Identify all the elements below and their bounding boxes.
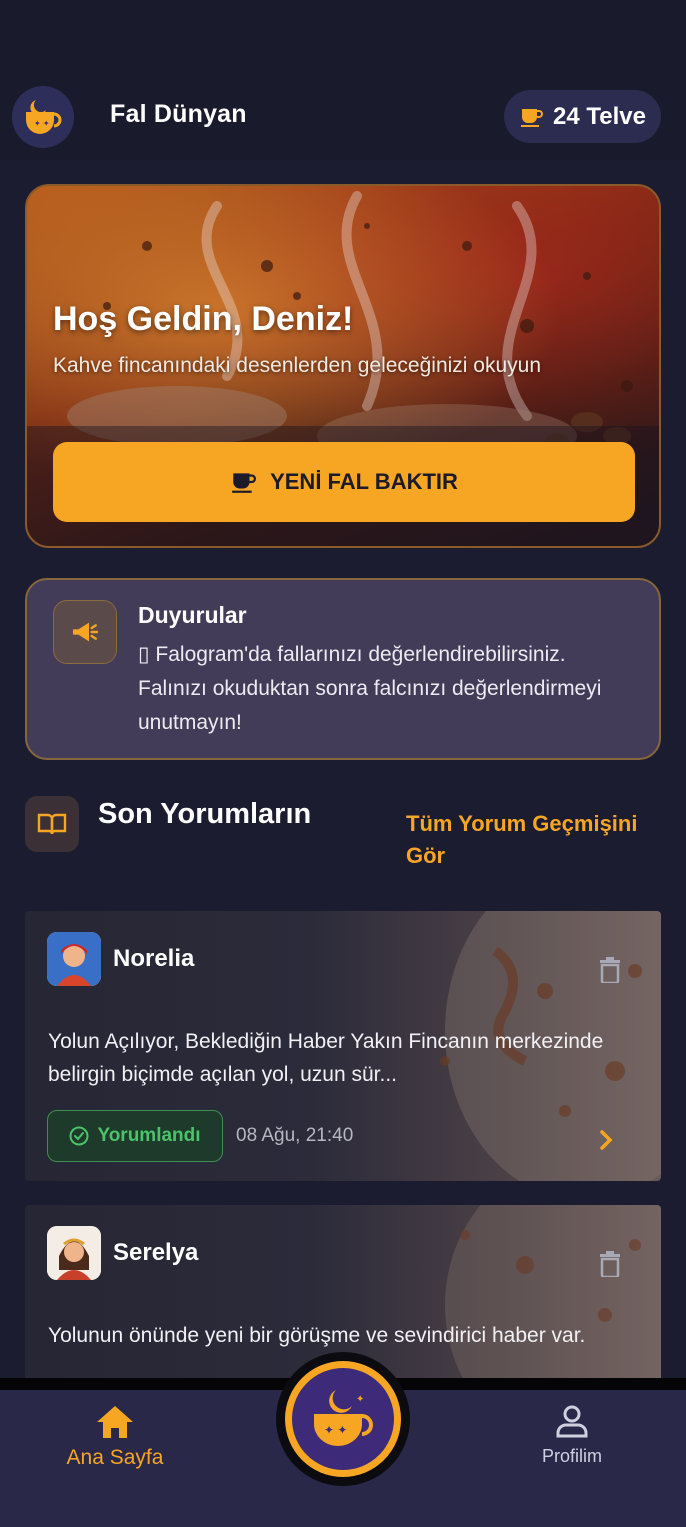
announcements-title: Duyurular	[138, 602, 247, 628]
app-header: ✦ ✦ Fal Dünyan 24 Telve	[0, 60, 686, 160]
megaphone-icon	[53, 600, 117, 664]
avatar	[47, 1226, 101, 1280]
all-history-link[interactable]: Tüm Yorum Geçmişini Gör	[406, 808, 646, 872]
fortune-fab-button[interactable]: ✦ ✦ ✦	[276, 1352, 410, 1486]
svg-text:✦: ✦	[356, 1394, 364, 1405]
telve-balance-pill[interactable]: 24 Telve	[504, 90, 661, 143]
logo-cup-icon: ✦ ✦ ✦	[292, 1368, 394, 1470]
nav-home-label: Ana Sayfa	[66, 1446, 164, 1469]
fab-ring: ✦ ✦ ✦	[285, 1361, 401, 1477]
home-icon	[97, 1406, 133, 1438]
reading-card[interactable]: Norelia Yolun Açılıyor, Beklediğin Haber…	[25, 911, 661, 1181]
status-badge: Yorumlandı	[47, 1110, 223, 1162]
new-reading-button[interactable]: YENİ FAL BAKTIR	[53, 442, 635, 522]
user-icon	[556, 1405, 588, 1438]
coffee-cup-icon	[521, 108, 543, 127]
announcements-text: ▯ Falogram'da fallarınızı değerlendirebi…	[138, 643, 602, 734]
nav-home[interactable]: Ana Sayfa	[60, 1404, 170, 1484]
recent-readings-title: Son Yorumların	[98, 798, 312, 830]
chevron-right-icon[interactable]	[599, 1129, 613, 1151]
telve-label: 24 Telve	[553, 102, 646, 130]
trash-icon[interactable]	[599, 957, 621, 983]
hero-subtitle: Kahve fincanındaki desenlerden geleceğin…	[53, 354, 542, 377]
app-title: Fal Dünyan	[110, 100, 247, 128]
hero-banner: Hoş Geldin, Deniz! Kahve fincanındaki de…	[25, 184, 661, 548]
svg-text:✦ ✦: ✦ ✦	[324, 1423, 347, 1437]
logo-cup-icon[interactable]: ✦ ✦	[12, 86, 74, 148]
avatar	[47, 932, 101, 986]
book-icon	[25, 796, 79, 852]
reader-name: Norelia	[113, 945, 195, 972]
status-bar	[0, 0, 686, 60]
reader-name: Serelya	[113, 1239, 199, 1266]
svg-text:✦ ✦: ✦ ✦	[34, 119, 50, 128]
nav-profile-label: Profilim	[541, 1446, 602, 1466]
new-reading-label: YENİ FAL BAKTIR	[270, 469, 458, 494]
hero-title: Hoş Geldin, Deniz!	[53, 300, 354, 338]
announcements-card: Duyurular ▯ Falogram'da fallarınızı değe…	[25, 578, 661, 760]
reading-date: 08 Ağu, 21:40	[236, 1125, 354, 1146]
trash-icon[interactable]	[599, 1251, 621, 1277]
status-label: Yorumlandı	[97, 1125, 201, 1146]
reading-preview: Yolunun önünde yeni bir görüşme ve sevin…	[48, 1324, 586, 1347]
coffee-cup-icon	[232, 473, 256, 493]
check-circle-icon	[69, 1126, 89, 1146]
nav-profile[interactable]: Profilim	[530, 1404, 614, 1484]
reading-preview: Yolun Açılıyor, Beklediğin Haber Yakın F…	[48, 1030, 604, 1086]
